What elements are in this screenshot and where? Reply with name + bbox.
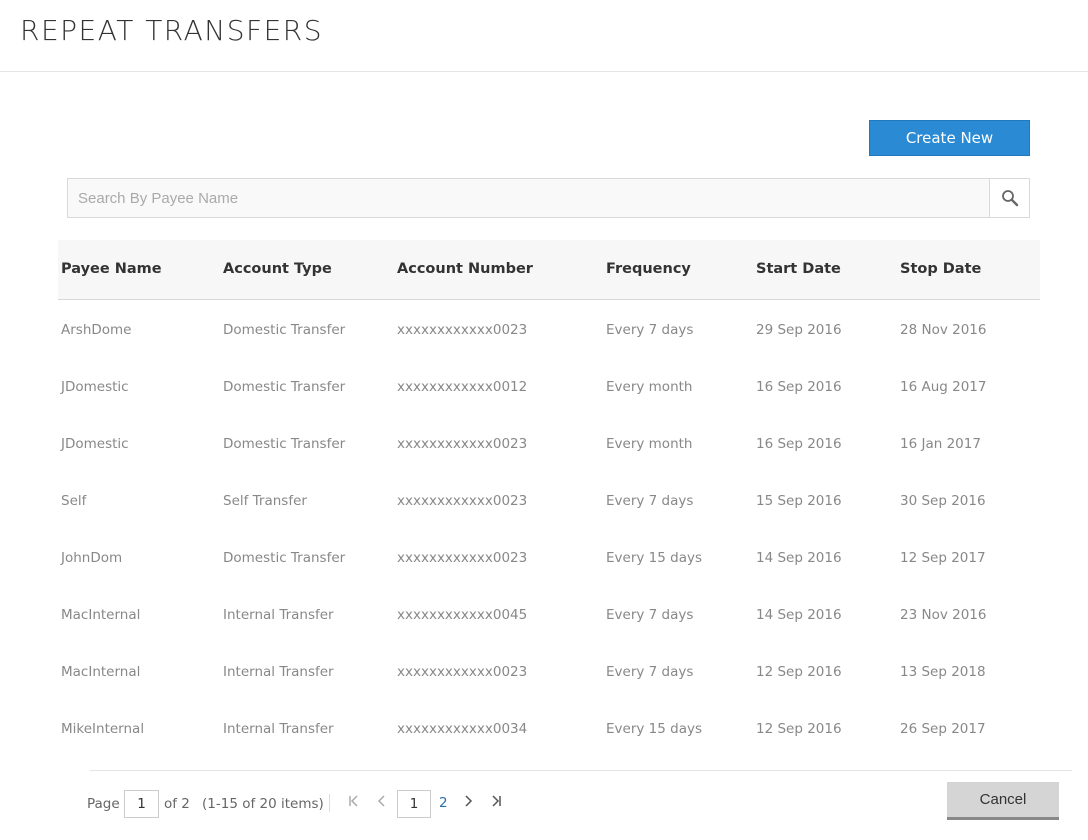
cell-start-date: 16 Sep 2016 [756, 436, 842, 452]
cell-stop-date: 12 Sep 2017 [900, 550, 986, 566]
cell-account-type: Internal Transfer [223, 664, 334, 680]
cell-start-date: 14 Sep 2016 [756, 550, 842, 566]
cell-frequency: Every 15 days [606, 550, 702, 566]
search-input[interactable] [68, 179, 990, 217]
table-row: MacInternal Internal Transfer xxxxxxxxxxxx… [58, 586, 1040, 643]
column-header-stop-date[interactable]: Stop Date [900, 261, 981, 277]
cell-account-type: Internal Transfer [223, 721, 334, 737]
search-icon [1001, 190, 1018, 207]
page-header: REPEAT TRANSFERS [0, 0, 1088, 72]
cell-start-date: 29 Sep 2016 [756, 322, 842, 338]
cell-frequency: Every 15 days [606, 721, 702, 737]
cell-stop-date: 23 Nov 2016 [900, 607, 987, 623]
search-button[interactable] [989, 179, 1029, 217]
table-row: ArshDome Domestic Transfer xxxxxxxxxxxx002… [58, 301, 1040, 358]
cell-account-number: xxxxxxxxxxxx0023 [397, 493, 528, 509]
page-button-2[interactable]: 2 [439, 795, 448, 811]
cell-payee-name[interactable]: MacInternal [61, 607, 140, 623]
cell-account-number: xxxxxxxxxxxx0023 [397, 436, 528, 452]
table-row: Self Self Transfer xxxxxxxxxxxx0023 Every 7… [58, 472, 1040, 529]
cell-account-number: xxxxxxxxxxxx0023 [397, 550, 528, 566]
cell-account-number: xxxxxxxxxxxx0023 [397, 322, 528, 338]
cell-payee-name[interactable]: JDomestic [61, 436, 129, 452]
page-number-input[interactable]: 1 [124, 790, 159, 818]
cell-stop-date: 30 Sep 2016 [900, 493, 986, 509]
page-label: Page [87, 796, 120, 812]
cell-frequency: Every 7 days [606, 607, 694, 623]
cell-stop-date: 16 Aug 2017 [900, 379, 987, 395]
cancel-button[interactable]: Cancel [947, 782, 1059, 820]
cell-frequency: Every 7 days [606, 493, 694, 509]
cell-start-date: 16 Sep 2016 [756, 379, 842, 395]
cell-payee-name[interactable]: ArshDome [61, 322, 132, 338]
cell-account-number: xxxxxxxxxxxx0034 [397, 721, 528, 737]
cell-account-number: xxxxxxxxxxxx0012 [397, 379, 528, 395]
cell-account-type: Internal Transfer [223, 607, 334, 623]
page-title: REPEAT TRANSFERS [20, 14, 324, 47]
table-header: Payee Name Account Type Account Number F… [58, 240, 1040, 300]
column-header-account-type[interactable]: Account Type [223, 261, 332, 277]
cell-payee-name[interactable]: Self [61, 493, 86, 509]
last-page-icon[interactable] [490, 794, 502, 812]
cell-payee-name[interactable]: MikeInternal [61, 721, 144, 737]
page-of-label: of 2 [164, 796, 190, 812]
cell-frequency: Every month [606, 436, 693, 452]
table-row: JohnDom Domestic Transfer xxxxxxxxxxxx0023… [58, 529, 1040, 586]
cell-start-date: 14 Sep 2016 [756, 607, 842, 623]
column-header-account-number[interactable]: Account Number [397, 261, 533, 277]
first-page-icon[interactable] [348, 794, 360, 812]
column-header-start-date[interactable]: Start Date [756, 261, 841, 277]
column-header-frequency[interactable]: Frequency [606, 261, 691, 277]
cell-start-date: 15 Sep 2016 [756, 493, 842, 509]
cell-account-type: Domestic Transfer [223, 436, 346, 452]
cell-account-number: xxxxxxxxxxxx0045 [397, 607, 528, 623]
cell-payee-name[interactable]: JohnDom [61, 550, 122, 566]
cell-frequency: Every 7 days [606, 664, 694, 680]
next-page-icon[interactable] [463, 794, 473, 812]
cell-account-number: xxxxxxxxxxxx0023 [397, 664, 528, 680]
prev-page-icon[interactable] [377, 794, 387, 812]
create-new-button[interactable]: Create New [869, 120, 1030, 156]
cell-stop-date: 28 Nov 2016 [900, 322, 987, 338]
table-row: JDomestic Domestic Transfer xxxxxxxxxxxx00… [58, 415, 1040, 472]
table-row: JDomestic Domestic Transfer xxxxxxxxxxxx00… [58, 358, 1040, 415]
pagination-separator [329, 794, 330, 812]
footer-divider [90, 770, 1072, 771]
cell-account-type: Self Transfer [223, 493, 307, 509]
column-header-payee-name[interactable]: Payee Name [61, 261, 162, 277]
table-row: MikeInternal Internal Transfer xxxxxxxxxxx… [58, 700, 1040, 757]
cell-stop-date: 16 Jan 2017 [900, 436, 981, 452]
cell-account-type: Domestic Transfer [223, 322, 346, 338]
cell-frequency: Every 7 days [606, 322, 694, 338]
cell-account-type: Domestic Transfer [223, 379, 346, 395]
cell-payee-name[interactable]: MacInternal [61, 664, 140, 680]
cell-stop-date: 26 Sep 2017 [900, 721, 986, 737]
cell-payee-name[interactable]: JDomestic [61, 379, 129, 395]
table-row: MacInternal Internal Transfer xxxxxxxxxxxx… [58, 643, 1040, 700]
cell-start-date: 12 Sep 2016 [756, 664, 842, 680]
item-range-label: (1-15 of 20 items) [202, 796, 324, 812]
page-button-1[interactable]: 1 [397, 790, 431, 818]
cell-stop-date: 13 Sep 2018 [900, 664, 986, 680]
cell-start-date: 12 Sep 2016 [756, 721, 842, 737]
search-bar [67, 178, 1030, 218]
cell-account-type: Domestic Transfer [223, 550, 346, 566]
cell-frequency: Every month [606, 379, 693, 395]
